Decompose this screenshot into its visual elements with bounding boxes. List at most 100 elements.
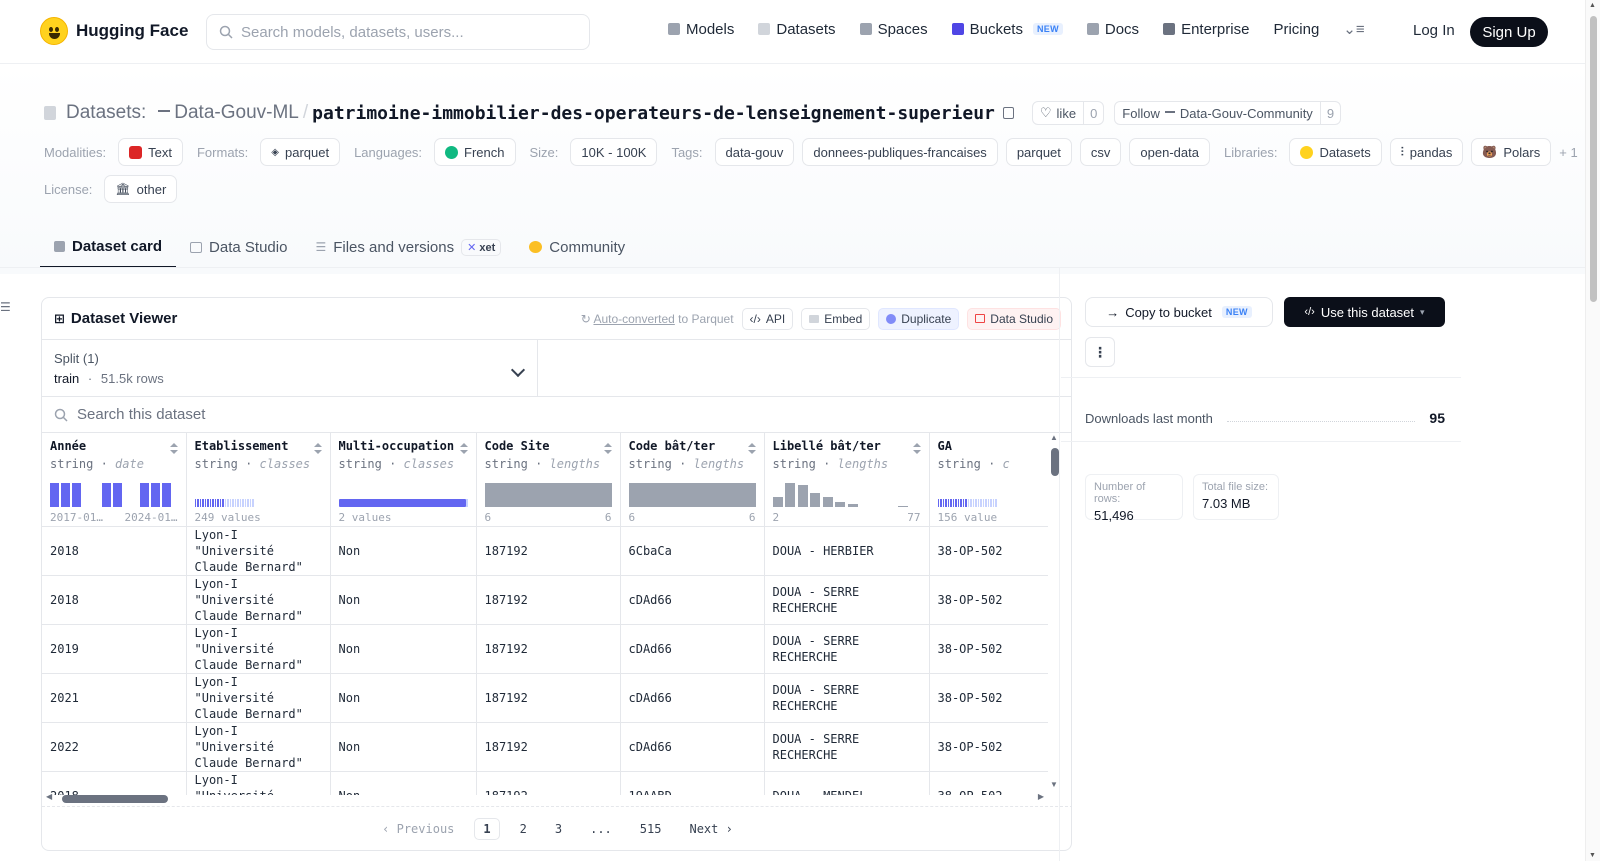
table-cell[interactable]: 38-OP-502 xyxy=(929,575,1048,625)
table-cell[interactable]: DOUA - SERRE RECHERCHE xyxy=(764,624,930,674)
table-cell[interactable]: 38-OP-502 xyxy=(929,624,1048,674)
nav-spaces-link[interactable]: Spaces xyxy=(859,21,928,38)
use-this-dataset-button[interactable]: ‹/› Use this dataset ▾ xyxy=(1284,297,1445,327)
table-cell[interactable]: 2021 xyxy=(42,673,187,723)
nav-enterprise-link[interactable]: Enterprise xyxy=(1163,21,1249,38)
repo-name[interactable]: patrimoine-immobilier-des-operateurs-de-… xyxy=(312,103,995,124)
page-button[interactable]: 3 xyxy=(547,819,570,839)
sort-icon[interactable] xyxy=(313,443,322,455)
table-cell[interactable]: 187192 xyxy=(476,624,621,674)
column-distribution-chart[interactable] xyxy=(772,481,921,507)
next-page-button[interactable]: Next › xyxy=(681,819,740,839)
table-row[interactable]: 2022 Lyon-I "Université Claude Bernard" No… xyxy=(42,722,1048,772)
table-cell[interactable]: Non xyxy=(330,624,477,674)
table-horizontal-scroll-thumb[interactable] xyxy=(62,795,168,803)
modality-chip[interactable]: Text xyxy=(118,138,183,166)
tab-dataset-card[interactable]: Dataset card xyxy=(40,226,177,268)
nav-models-link[interactable]: Models xyxy=(668,21,734,38)
scroll-up-icon[interactable]: ▲ xyxy=(1050,433,1058,442)
table-cell[interactable]: Lyon-I "Université Claude Bernard" xyxy=(186,526,331,576)
nav-datasets-link[interactable]: Datasets xyxy=(758,21,836,38)
table-cell[interactable]: 187192 xyxy=(476,722,621,772)
table-cell[interactable]: 2018 xyxy=(42,526,187,576)
column-distribution-chart[interactable] xyxy=(50,481,178,507)
page-button[interactable]: 1 xyxy=(474,817,500,840)
more-options-button[interactable]: ⋮ xyxy=(1085,337,1115,367)
nav-buckets-link[interactable]: Buckets NEW xyxy=(951,21,1063,38)
sort-icon[interactable] xyxy=(169,443,178,455)
repo-type-link[interactable]: Datasets: xyxy=(66,102,146,124)
column-header[interactable]: Code bât/ter string · lengths 6 6 xyxy=(620,433,765,527)
table-cell[interactable]: 2019 xyxy=(42,624,187,674)
scroll-down-icon[interactable]: ▼ xyxy=(1589,852,1596,859)
page-button[interactable]: 515 xyxy=(632,819,670,839)
column-header[interactable]: Code Site string · lengths 6 6 xyxy=(476,433,621,527)
table-cell[interactable]: Non xyxy=(330,526,477,576)
table-cell[interactable]: DOUA - HERBIER xyxy=(764,526,930,576)
table-cell[interactable]: cDAd66 xyxy=(620,624,765,674)
tag-chip[interactable]: parquet xyxy=(1005,138,1072,166)
column-header[interactable]: Libellé bât/ter string · lengths 2 77 xyxy=(764,433,930,527)
tag-chip[interactable]: donnees-publiques-francaises xyxy=(802,138,998,166)
tag-chip[interactable]: csv xyxy=(1079,138,1122,166)
table-cell[interactable]: DOUA - SERRE RECHERCHE xyxy=(764,575,930,625)
scroll-right-icon[interactable]: ▶ xyxy=(1038,792,1044,801)
signup-button[interactable]: Sign Up xyxy=(1470,17,1548,47)
copy-to-bucket-button[interactable]: → Copy to bucket NEW xyxy=(1085,297,1273,327)
scroll-up-icon[interactable]: ▲ xyxy=(1589,2,1596,9)
table-cell[interactable]: DOUA - SERRE RECHERCHE xyxy=(764,722,930,772)
table-cell[interactable]: Non xyxy=(330,673,477,723)
global-search[interactable] xyxy=(206,14,590,50)
column-header[interactable]: Multi-occupation string · classes 2 values xyxy=(330,433,477,527)
table-cell[interactable]: 38-OP-502 xyxy=(929,526,1048,576)
table-cell[interactable]: 187192 xyxy=(476,526,621,576)
table-cell[interactable]: Lyon-I "Université Claude Bernard" xyxy=(186,673,331,723)
brand-logo[interactable]: Hugging Face xyxy=(40,17,188,45)
table-cell[interactable]: 187192 xyxy=(476,673,621,723)
page-button[interactable]: 2 xyxy=(512,819,535,839)
tab-files-and-versions[interactable]: ☰ Files and versions ✕ xet xyxy=(301,226,515,268)
library-chip[interactable]: 🐻 Polars xyxy=(1471,138,1552,166)
like-button[interactable]: ♡ like 0 xyxy=(1031,101,1105,125)
column-header[interactable]: Année string · date 2017-01… 2024-01… xyxy=(42,433,187,527)
previous-page-button[interactable]: ‹ Previous xyxy=(374,819,462,839)
dataset-search-input[interactable] xyxy=(77,406,477,423)
table-cell[interactable]: cDAd66 xyxy=(620,575,765,625)
column-distribution-chart[interactable] xyxy=(628,481,756,507)
sort-icon[interactable] xyxy=(459,443,468,455)
table-row[interactable]: 2018Lyon-I "Université Claude Bernard"No… xyxy=(42,526,1048,576)
sidebar-toggle-icon[interactable]: ☰ xyxy=(0,300,11,314)
embed-button[interactable]: Embed xyxy=(801,307,871,330)
column-distribution-chart[interactable] xyxy=(937,481,1049,507)
table-cell[interactable]: 38-OP-502 xyxy=(929,673,1048,723)
api-button[interactable]: ‹/› API xyxy=(741,307,794,330)
dataset-search[interactable] xyxy=(42,397,1071,433)
follow-button[interactable]: Follow Data-Gouv-Community 9 xyxy=(1114,101,1342,125)
table-cell[interactable]: cDAd66 xyxy=(620,673,765,723)
table-row[interactable]: 2018Lyon-I "Université Claude Bernard"No… xyxy=(42,575,1048,625)
sort-icon[interactable] xyxy=(747,443,756,455)
column-header[interactable]: GA string · c 156 value xyxy=(929,433,1049,527)
sort-icon[interactable] xyxy=(603,443,612,455)
table-cell[interactable]: 187192 xyxy=(476,575,621,625)
nav-pricing-link[interactable]: Pricing xyxy=(1273,21,1319,38)
global-search-input[interactable] xyxy=(241,23,561,41)
table-vertical-scroll-thumb[interactable] xyxy=(1051,448,1059,476)
table-cell[interactable]: cDAd66 xyxy=(620,722,765,772)
format-chip[interactable]: ◈ parquet xyxy=(260,138,341,166)
table-cell[interactable]: Lyon-I "Université Claude Bernard" xyxy=(186,575,331,625)
scroll-left-icon[interactable]: ◀ xyxy=(46,792,52,801)
sort-icon[interactable] xyxy=(912,443,921,455)
library-chip[interactable]: Datasets xyxy=(1289,138,1382,166)
column-distribution-chart[interactable] xyxy=(484,481,612,507)
language-chip[interactable]: French xyxy=(434,138,516,166)
tag-chip[interactable]: open-data xyxy=(1129,138,1210,166)
license-chip[interactable]: 🏛 other xyxy=(104,175,178,203)
table-cell[interactable]: Lyon-I "Université Claude Bernard" xyxy=(186,722,331,772)
table-cell[interactable]: 2022 xyxy=(42,722,187,772)
login-link[interactable]: Log In xyxy=(1413,22,1455,39)
size-chip[interactable]: 10K - 100K xyxy=(570,138,658,166)
nav-docs-link[interactable]: Docs xyxy=(1086,21,1139,38)
table-horizontal-scrollbar[interactable]: ◀ ▶ xyxy=(42,791,1048,805)
table-cell[interactable]: Non xyxy=(330,575,477,625)
